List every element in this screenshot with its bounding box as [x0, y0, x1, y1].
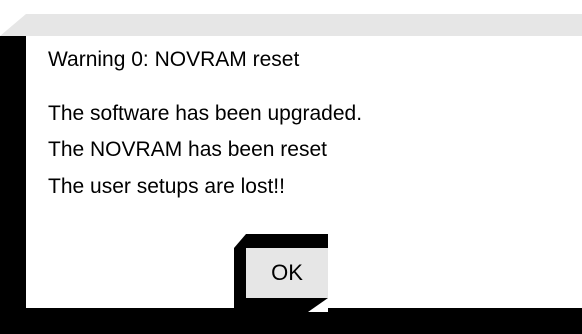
ok-button-bevel-bottom: [308, 298, 328, 312]
message-line-1: The software has been upgraded.: [48, 102, 363, 125]
ok-button-bevel: [234, 234, 246, 248]
ok-button[interactable]: OK: [234, 234, 328, 312]
message-line-3: The user setups are lost!!: [48, 175, 285, 198]
dialog-corner-bevel: [0, 14, 26, 36]
message-line-2: The NOVRAM has been reset: [48, 138, 327, 161]
ok-button-label[interactable]: OK: [246, 248, 328, 298]
warning-dialog: Warning 0: NOVRAM reset The software has…: [0, 14, 582, 334]
dialog-title: Warning 0: NOVRAM reset: [48, 48, 300, 71]
dialog-top-bevel: [0, 14, 582, 36]
